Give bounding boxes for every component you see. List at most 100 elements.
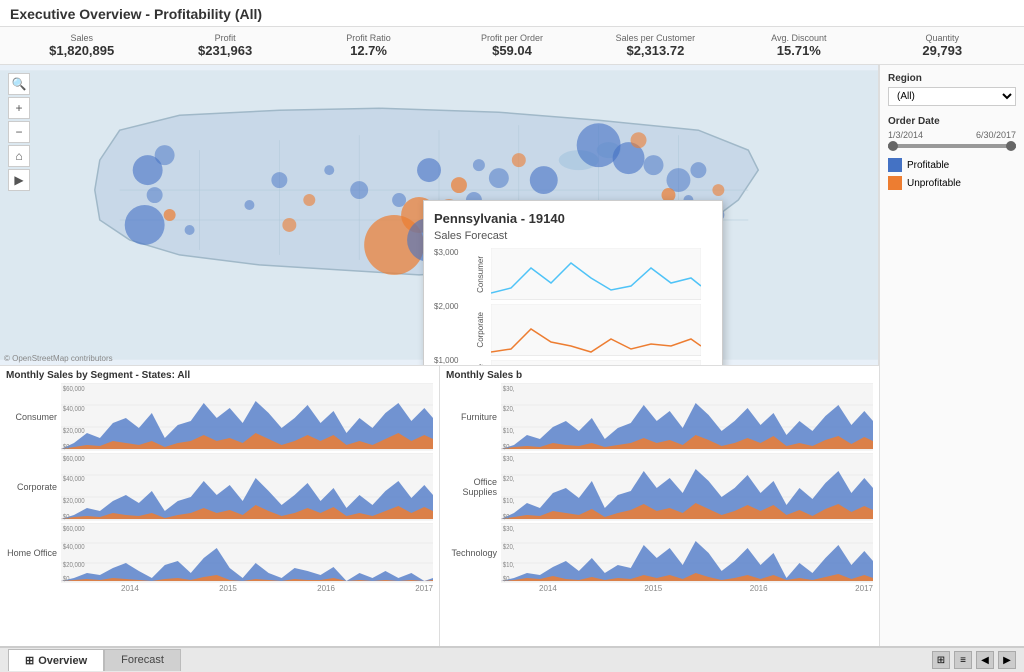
kpi-bar: Sales $1,820,895Profit $231,963Profit Ra… bbox=[0, 27, 1024, 65]
kpi-label: Avg. Discount bbox=[731, 33, 866, 43]
x-label-r-2016: 2016 bbox=[750, 584, 768, 593]
next-button[interactable]: ▶ bbox=[998, 651, 1016, 669]
kpi-label: Quantity bbox=[875, 33, 1010, 43]
corporate-label: Corporate bbox=[6, 482, 61, 492]
search-icon[interactable]: 🔍 bbox=[8, 73, 30, 95]
slider-thumb-left[interactable] bbox=[888, 141, 898, 151]
footer: ⊞OverviewForecast ⊞ ≡ ◀ ▶ bbox=[0, 646, 1024, 672]
x-label-r-2014: 2014 bbox=[539, 584, 557, 593]
svg-text:$30,: $30, bbox=[503, 456, 515, 463]
bottom-charts: Monthly Sales by Segment - States: All C… bbox=[0, 365, 879, 646]
homeoffice-chart: $60,000 $40,000 $20,000 $0 bbox=[61, 523, 433, 583]
svg-text:$20,000: $20,000 bbox=[63, 562, 85, 569]
map-credit: © OpenStreetMap contributors bbox=[4, 354, 113, 363]
svg-text:$0: $0 bbox=[63, 514, 70, 521]
kpi-item: Profit Ratio 12.7% bbox=[297, 31, 440, 60]
svg-text:$30,: $30, bbox=[503, 386, 515, 393]
x-label-2016: 2016 bbox=[317, 584, 335, 593]
main-content: 🔍 + − ⌂ ▶ bbox=[0, 65, 1024, 646]
svg-text:$0: $0 bbox=[503, 444, 510, 451]
consumer-chart: $60,000 $40,000 $20,000 $0 bbox=[61, 383, 433, 451]
kpi-item: Quantity 29,793 bbox=[871, 31, 1014, 60]
homeoffice-label: Home Office bbox=[6, 548, 61, 558]
legend-color bbox=[888, 158, 902, 172]
tabs: ⊞OverviewForecast bbox=[8, 649, 181, 671]
grid-view-button[interactable]: ⊞ bbox=[932, 651, 950, 669]
svg-text:$0: $0 bbox=[503, 576, 510, 583]
tooltip-subtitle: Sales Forecast bbox=[434, 230, 712, 242]
svg-text:$20,: $20, bbox=[503, 476, 515, 483]
x-label-2014: 2014 bbox=[121, 584, 139, 593]
svg-text:$60,000: $60,000 bbox=[63, 456, 85, 463]
legend-color bbox=[888, 176, 902, 190]
kpi-value: 29,793 bbox=[875, 43, 1010, 58]
left-panel: 🔍 + − ⌂ ▶ bbox=[0, 65, 879, 646]
segment-chart-left: Consumer bbox=[6, 383, 433, 583]
tooltip-seg-corporate: Corporate bbox=[476, 312, 488, 348]
kpi-value: $1,820,895 bbox=[14, 43, 149, 58]
kpi-value: $2,313.72 bbox=[588, 43, 723, 58]
svg-text:$10,: $10, bbox=[503, 498, 515, 505]
corporate-sparkline bbox=[491, 304, 701, 356]
date-end: 6/30/2017 bbox=[976, 130, 1016, 140]
legend-label: Unprofitable bbox=[907, 178, 961, 189]
kpi-label: Profit per Order bbox=[444, 33, 579, 43]
kpi-label: Sales per Customer bbox=[588, 33, 723, 43]
kpi-item: Profit $231,963 bbox=[153, 31, 296, 60]
slider-thumb-right[interactable] bbox=[1006, 141, 1016, 151]
svg-text:$10,: $10, bbox=[503, 428, 515, 435]
officesupplies-label: Office Supplies bbox=[446, 477, 501, 497]
tooltip-y-label: $2,000 bbox=[434, 302, 472, 311]
tab-overview[interactable]: ⊞Overview bbox=[8, 649, 104, 671]
list-view-button[interactable]: ≡ bbox=[954, 651, 972, 669]
monthly-sales-segment: Monthly Sales by Segment - States: All C… bbox=[0, 366, 440, 646]
x-label-2015: 2015 bbox=[219, 584, 237, 593]
kpi-item: Profit per Order $59.04 bbox=[440, 31, 583, 60]
svg-text:$60,000: $60,000 bbox=[63, 386, 85, 393]
date-start: 1/3/2014 bbox=[888, 130, 923, 140]
tooltip-popup: Pennsylvania - 19140 Sales Forecast $3,0… bbox=[423, 200, 723, 365]
homeoffice-sparkline bbox=[491, 360, 701, 365]
date-slider-track[interactable] bbox=[888, 144, 1016, 148]
zoom-out-button[interactable]: − bbox=[8, 121, 30, 143]
region-select[interactable]: (All) bbox=[888, 87, 1016, 106]
svg-text:$20,000: $20,000 bbox=[63, 498, 85, 505]
kpi-item: Sales per Customer $2,313.72 bbox=[584, 31, 727, 60]
footer-controls: ⊞ ≡ ◀ ▶ bbox=[932, 651, 1016, 669]
kpi-item: Avg. Discount 15.71% bbox=[727, 31, 870, 60]
svg-text:$0: $0 bbox=[503, 514, 510, 521]
legend-label: Profitable bbox=[907, 160, 949, 171]
legend-item: Profitable bbox=[888, 158, 1016, 172]
furniture-label: Furniture bbox=[446, 412, 501, 422]
officesupplies-row: Office Supplies $ bbox=[446, 453, 873, 521]
play-icon[interactable]: ▶ bbox=[8, 169, 30, 191]
header: Executive Overview - Profitability (All) bbox=[0, 0, 1024, 27]
kpi-label: Profit bbox=[157, 33, 292, 43]
x-label-r-2017: 2017 bbox=[855, 584, 873, 593]
page-title: Executive Overview - Profitability (All) bbox=[10, 6, 1014, 22]
consumer-sparkline bbox=[491, 248, 701, 300]
svg-text:$60,000: $60,000 bbox=[63, 526, 85, 533]
region-filter: Region (All) bbox=[888, 73, 1016, 106]
tab-forecast[interactable]: Forecast bbox=[104, 649, 181, 671]
corporate-chart: $60,000 $40,000 $20,000 $0 bbox=[61, 453, 433, 521]
slider-fill bbox=[888, 144, 1016, 148]
legend-item: Unprofitable bbox=[888, 176, 1016, 190]
monthly-sales-category-title: Monthly Sales b bbox=[446, 370, 873, 381]
map-area: 🔍 + − ⌂ ▶ bbox=[0, 65, 879, 365]
tooltip-y-label: $1,000 bbox=[434, 356, 472, 365]
corporate-row: Corporate $60,000 bbox=[6, 453, 433, 521]
prev-button[interactable]: ◀ bbox=[976, 651, 994, 669]
kpi-item: Sales $1,820,895 bbox=[10, 31, 153, 60]
kpi-value: 12.7% bbox=[301, 43, 436, 58]
zoom-in-button[interactable]: + bbox=[8, 97, 30, 119]
kpi-label: Sales bbox=[14, 33, 149, 43]
home-icon[interactable]: ⌂ bbox=[8, 145, 30, 167]
svg-text:$0: $0 bbox=[63, 576, 70, 583]
date-range: 1/3/2014 6/30/2017 bbox=[888, 130, 1016, 140]
kpi-value: 15.71% bbox=[731, 43, 866, 58]
svg-text:$40,000: $40,000 bbox=[63, 544, 85, 551]
map-controls: 🔍 + − ⌂ ▶ bbox=[8, 73, 30, 191]
furniture-chart: $30, $20, $10, $0 bbox=[501, 383, 873, 451]
consumer-row: Consumer bbox=[6, 383, 433, 451]
